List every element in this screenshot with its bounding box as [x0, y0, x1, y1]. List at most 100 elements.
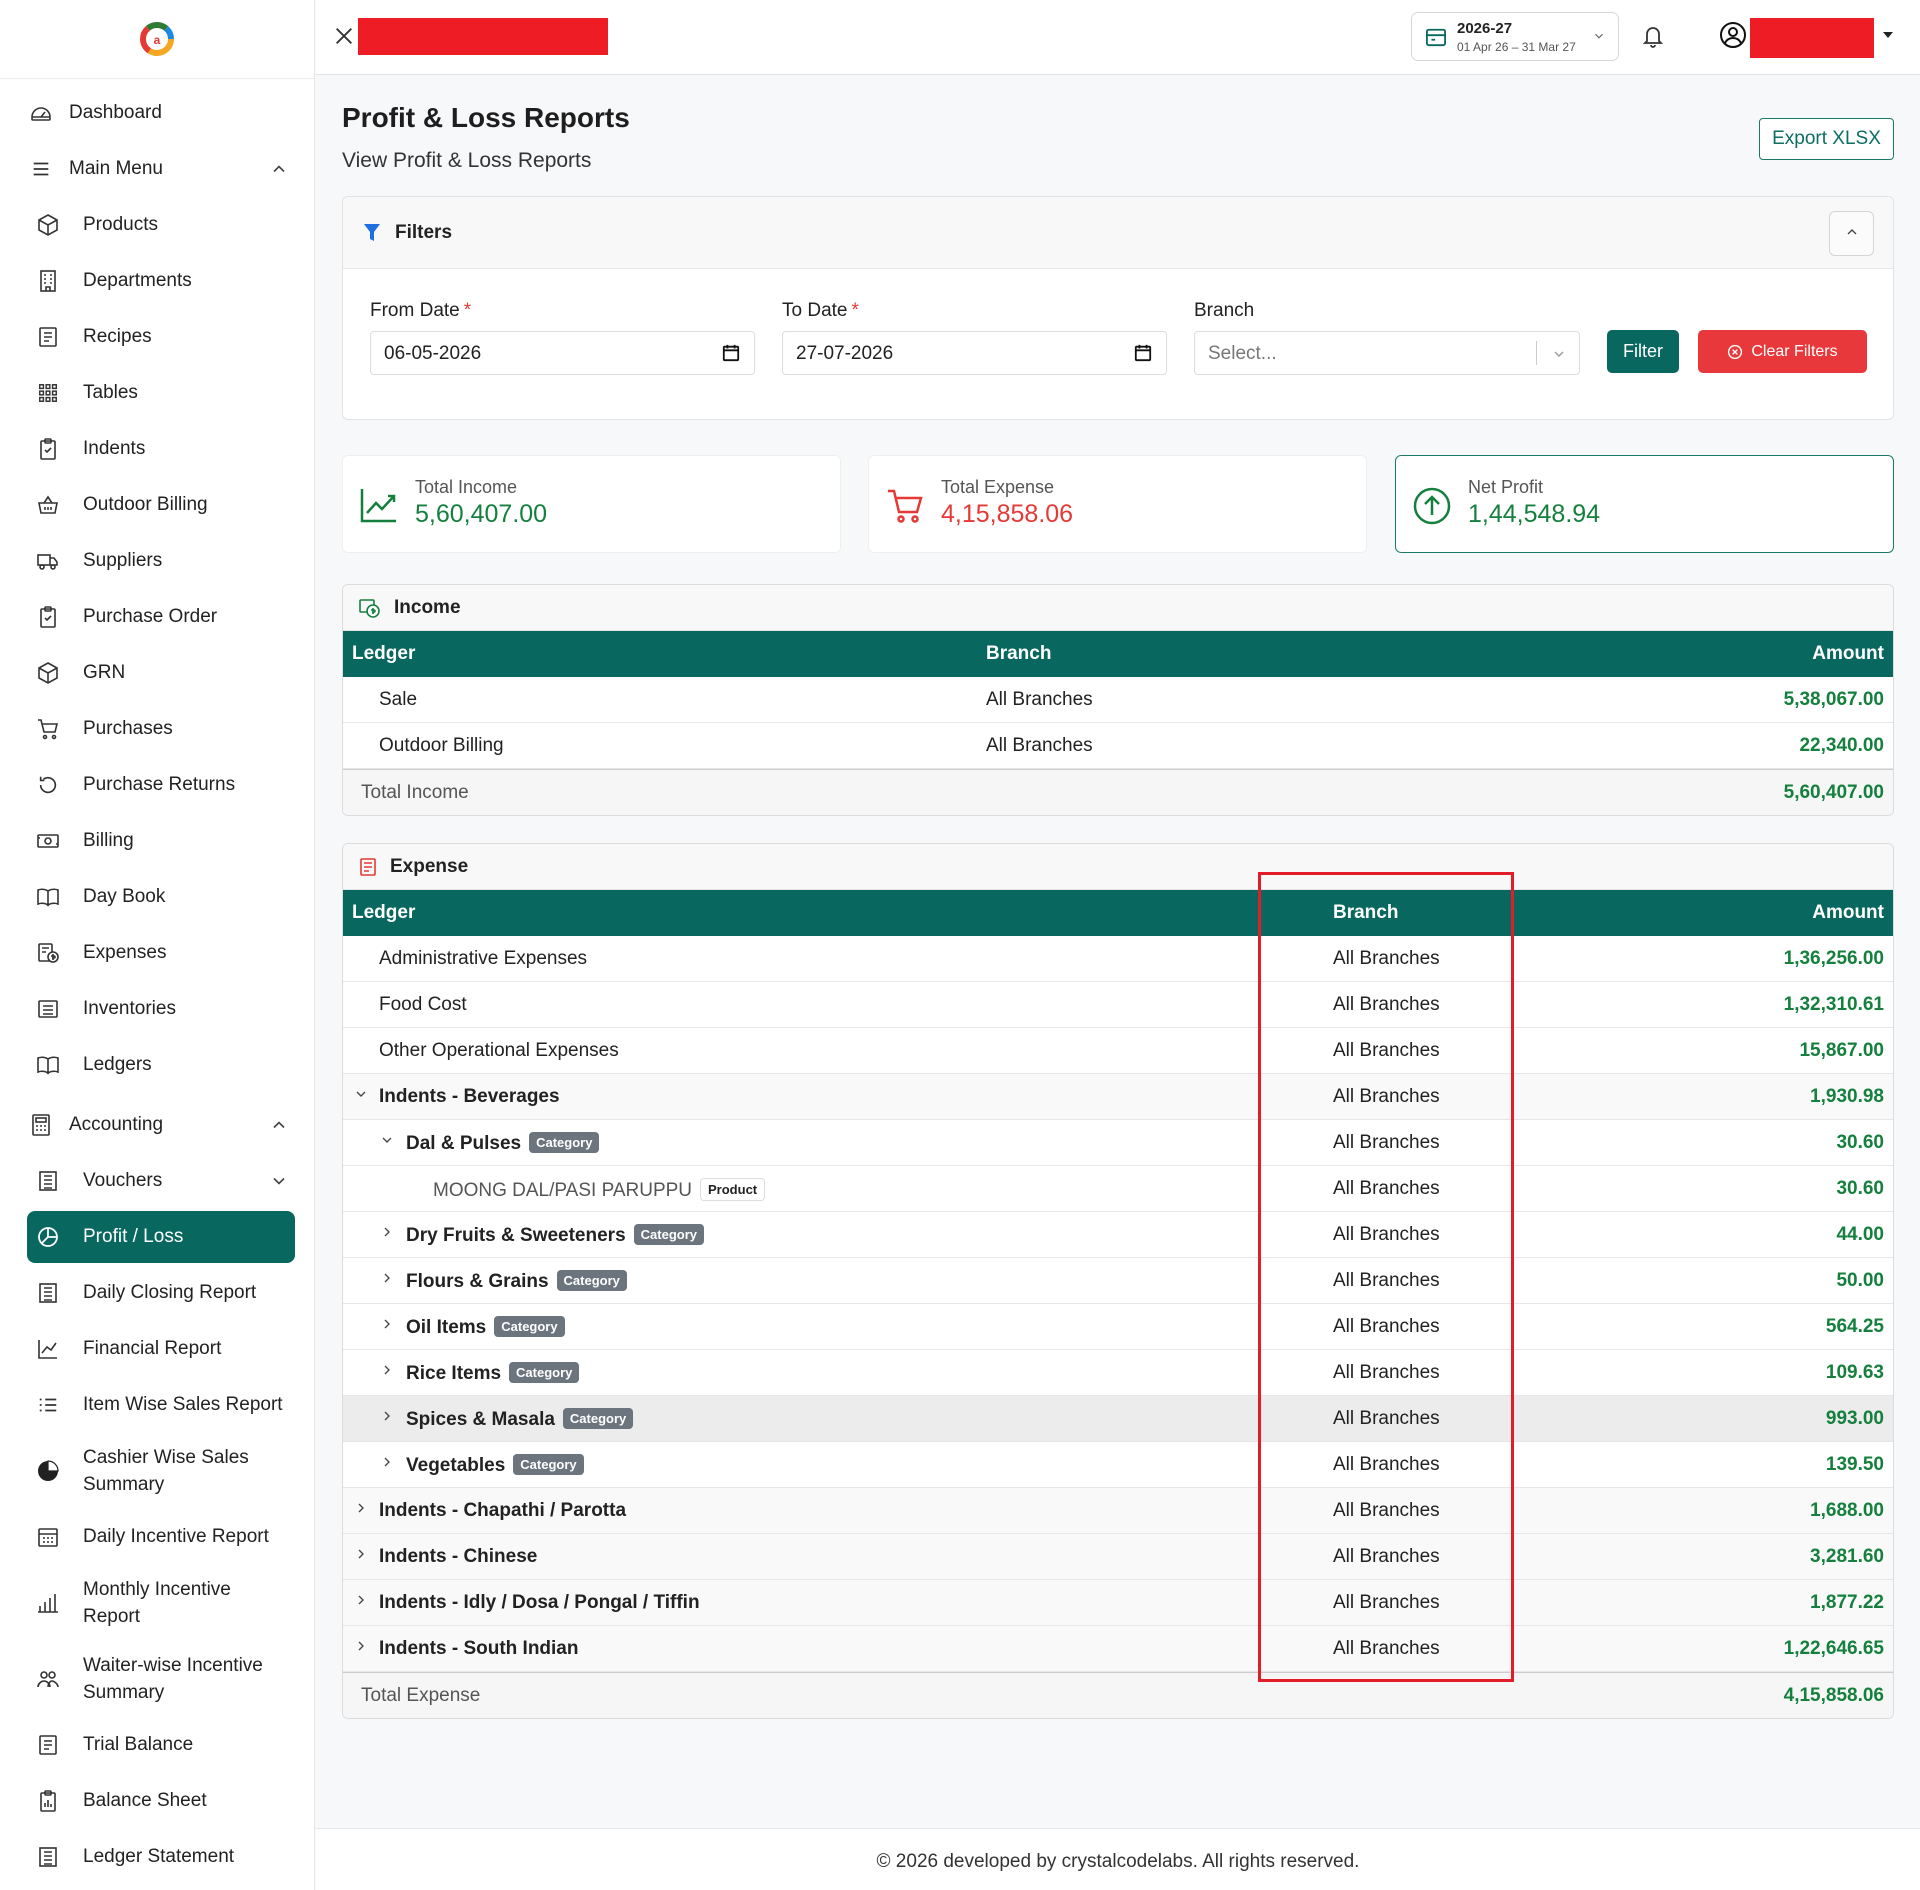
table-row-category[interactable]: Oil Items Category All Branches 564.25	[343, 1304, 1893, 1350]
financial-year-selector[interactable]: 2026-27 01 Apr 26 – 31 Mar 27	[1411, 12, 1619, 61]
sidebar-item-day-book[interactable]: Day Book	[34, 869, 295, 925]
chevron-right-icon[interactable]	[379, 1224, 395, 1246]
sidebar-item-monthly-incentive-report[interactable]: Monthly Incentive Report	[34, 1565, 295, 1641]
chevron-right-icon[interactable]	[379, 1270, 395, 1292]
sidebar-item-tables[interactable]: Tables	[34, 365, 295, 421]
table-row-product[interactable]: MOONG DAL/PASI PARUPPU Product All Branch…	[343, 1166, 1893, 1212]
sidebar-item-billing[interactable]: Billing	[34, 813, 295, 869]
sidebar-item-cashier-wise-sales-summary[interactable]: Cashier Wise Sales Summary	[34, 1433, 295, 1509]
sidebar-item-accounting[interactable]: Accounting	[27, 1097, 295, 1153]
table-row-group[interactable]: Indents - Beverages All Branches 1,930.9…	[343, 1074, 1893, 1120]
sidebar-item-trial-balance[interactable]: Trial Balance	[34, 1717, 295, 1773]
user-avatar-icon[interactable]	[1719, 21, 1747, 49]
expense-header-row: Ledger Branch Amount	[343, 890, 1893, 936]
chevron-up-icon[interactable]	[269, 1115, 289, 1135]
branch-cell: All Branches	[1333, 1132, 1440, 1153]
table-row-category[interactable]: Dry Fruits & Sweeteners Category All Bran…	[343, 1212, 1893, 1258]
ledger-cell: Outdoor Billing	[379, 735, 504, 756]
sidebar-item-expenses[interactable]: Expenses	[34, 925, 295, 981]
sidebar-item-suppliers[interactable]: Suppliers	[34, 533, 295, 589]
sidebar-item-label: Suppliers	[83, 550, 163, 571]
sidebar-item-ledgers[interactable]: Ledgers	[34, 1037, 295, 1093]
sidebar-item-label: Main Menu	[69, 158, 163, 179]
calendar-icon[interactable]	[722, 344, 740, 362]
sidebar-item-indents[interactable]: Indents	[34, 421, 295, 477]
to-date-input[interactable]: 27-07-2026	[782, 331, 1167, 375]
sidebar-item-purchase-order[interactable]: Purchase Order	[34, 589, 295, 645]
menu-icon	[27, 155, 55, 183]
ledger-cell: Dry Fruits & Sweeteners	[406, 1225, 626, 1246]
sidebar-item-products[interactable]: Products	[34, 197, 295, 253]
amount-cell: 564.25	[1825, 1316, 1884, 1337]
sidebar-item-balance-sheet[interactable]: Balance Sheet	[34, 1773, 295, 1829]
table-row[interactable]: Food Cost All Branches 1,32,310.61	[343, 982, 1893, 1028]
table-row-category[interactable]: Flours & Grains Category All Branches 50.…	[343, 1258, 1893, 1304]
chevron-down-icon[interactable]	[269, 1171, 289, 1191]
chevron-right-icon[interactable]	[379, 1362, 395, 1384]
branch-cell: All Branches	[1333, 1086, 1440, 1107]
app-logo[interactable]: a	[0, 0, 314, 79]
table-row-category[interactable]: Spices & Masala Category All Branches 993…	[343, 1396, 1893, 1442]
table-row-category[interactable]: Vegetables Category All Branches 139.50	[343, 1442, 1893, 1488]
calendar-icon[interactable]	[1134, 344, 1152, 362]
sidebar-item-main-menu[interactable]: Main Menu	[27, 141, 295, 197]
table-row-category[interactable]: Dal & Pulses Category All Branches 30.60	[343, 1120, 1893, 1166]
pie-chart-icon	[34, 1223, 62, 1251]
table-row[interactable]: Administrative Expenses All Branches 1,3…	[343, 936, 1893, 982]
chevron-right-icon[interactable]	[353, 1546, 369, 1568]
from-date-input[interactable]: 06-05-2026	[370, 331, 755, 375]
ledger-cell: Dal & Pulses	[406, 1133, 522, 1154]
sidebar-item-dashboard[interactable]: Dashboard	[27, 85, 295, 141]
sidebar-item-outdoor-billing[interactable]: Outdoor Billing	[34, 477, 295, 533]
amount-cell: 3,281.60	[1810, 1546, 1884, 1567]
filter-button[interactable]: Filter	[1607, 330, 1679, 373]
table-row-group[interactable]: Indents - Idly / Dosa / Pongal / Tiffin …	[343, 1580, 1893, 1626]
sidebar-item-departments[interactable]: Departments	[34, 253, 295, 309]
to-date-value: 27-07-2026	[796, 343, 894, 364]
export-xlsx-button[interactable]: Export XLSX	[1759, 118, 1894, 160]
category-badge: Category	[513, 1454, 584, 1475]
sidebar-item-label: Ledger Statement	[83, 1846, 235, 1867]
sidebar-item-profit-loss[interactable]: Profit / Loss	[27, 1211, 295, 1263]
sidebar-item-daily-incentive-report[interactable]: Daily Incentive Report	[34, 1509, 295, 1565]
chevron-right-icon[interactable]	[353, 1638, 369, 1660]
table-row[interactable]: Sale All Branches 5,38,067.00	[343, 677, 1893, 723]
table-row[interactable]: Outdoor Billing All Branches 22,340.00	[343, 723, 1893, 769]
sidebar-item-ledger-statement[interactable]: Ledger Statement	[34, 1829, 295, 1885]
truck-icon	[34, 547, 62, 575]
chevron-right-icon[interactable]	[353, 1592, 369, 1614]
chevron-right-icon[interactable]	[379, 1454, 395, 1476]
chevron-right-icon[interactable]	[353, 1500, 369, 1522]
table-row[interactable]: Other Operational Expenses All Branches …	[343, 1028, 1893, 1074]
chevron-down-icon[interactable]	[379, 1132, 395, 1154]
sidebar-item-item-wise-sales-report[interactable]: Item Wise Sales Report	[34, 1377, 295, 1433]
list-box-icon	[34, 995, 62, 1023]
table-row-category[interactable]: Rice Items Category All Branches 109.63	[343, 1350, 1893, 1396]
sidebar-item-purchase-returns[interactable]: Purchase Returns	[34, 757, 295, 813]
collapse-filters-button[interactable]	[1829, 211, 1874, 256]
chevron-right-icon[interactable]	[379, 1408, 395, 1430]
sidebar-item-recipes[interactable]: Recipes	[34, 309, 295, 365]
sidebar-item-waiter-wise-incentive-summary[interactable]: Waiter-wise Incentive Summary	[34, 1641, 295, 1717]
calculator-icon	[27, 1111, 55, 1139]
table-row-group[interactable]: Indents - South Indian All Branches 1,22…	[343, 1626, 1893, 1672]
clear-filters-button[interactable]: Clear Filters	[1698, 330, 1867, 373]
table-row-group[interactable]: Indents - Chapathi / Parotta All Branche…	[343, 1488, 1893, 1534]
sidebar-item-purchases[interactable]: Purchases	[34, 701, 295, 757]
category-badge: Category	[562, 1408, 634, 1429]
caret-down-icon[interactable]	[1882, 30, 1894, 40]
chevron-up-icon[interactable]	[269, 159, 289, 179]
table-row-group[interactable]: Indents - Chinese All Branches 3,281.60	[343, 1534, 1893, 1580]
bell-icon[interactable]	[1641, 23, 1665, 49]
sidebar-nav: Dashboard Main Menu Products Departments…	[0, 79, 314, 1885]
close-icon[interactable]	[333, 25, 355, 47]
chevron-right-icon[interactable]	[379, 1316, 395, 1338]
chevron-down-icon[interactable]	[353, 1086, 369, 1108]
branch-select[interactable]: Select...	[1194, 331, 1580, 375]
sidebar-item-financial-report[interactable]: Financial Report	[34, 1321, 295, 1377]
sidebar-item-daily-closing-report[interactable]: Daily Closing Report	[34, 1265, 295, 1321]
sidebar-item-grn[interactable]: GRN	[34, 645, 295, 701]
sidebar-item-vouchers[interactable]: Vouchers	[34, 1153, 295, 1209]
ledger-cell: Food Cost	[379, 994, 467, 1015]
sidebar-item-inventories[interactable]: Inventories	[34, 981, 295, 1037]
